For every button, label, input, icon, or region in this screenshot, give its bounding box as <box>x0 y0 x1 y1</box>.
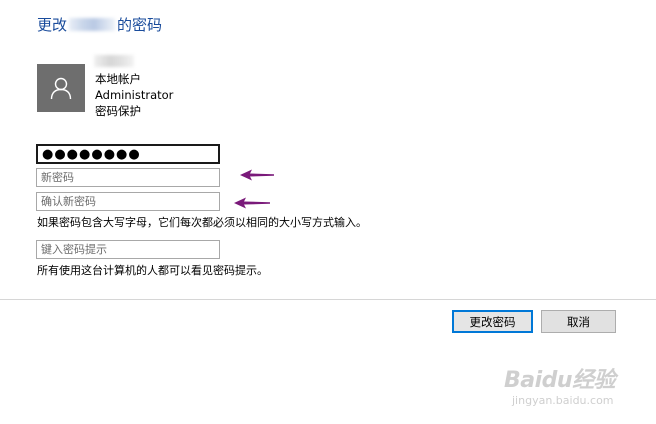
redacted-username <box>69 18 116 31</box>
account-type: 本地帐户 <box>95 72 141 86</box>
cancel-button[interactable]: 取消 <box>541 310 616 333</box>
watermark: Baidu经验 jingyan.baidu.com <box>504 362 644 412</box>
change-password-button[interactable]: 更改密码 <box>452 310 533 333</box>
case-sensitivity-note: 如果密码包含大写字母，它们每次都必须以相同的大小写方式输入。 <box>37 216 367 229</box>
current-password-input[interactable] <box>36 144 220 164</box>
watermark-brand: Baidu经验 <box>504 368 616 393</box>
arrow-left-icon <box>234 197 270 209</box>
title-suffix: 的密码 <box>117 16 163 34</box>
divider <box>0 299 656 300</box>
password-hint-input[interactable] <box>36 240 220 259</box>
arrow-left-icon <box>240 169 274 181</box>
account-info: 本地帐户 Administrator 密码保护 <box>95 71 173 119</box>
title-prefix: 更改 <box>37 16 68 34</box>
redacted-account-name <box>94 55 134 67</box>
new-password-input[interactable] <box>36 168 220 187</box>
user-avatar <box>37 64 85 112</box>
account-protection: 密码保护 <box>95 104 141 118</box>
watermark-url: jingyan.baidu.com <box>512 394 614 407</box>
dialog-title: 更改 的密码 <box>37 14 162 35</box>
user-icon <box>50 77 72 100</box>
hint-visibility-note: 所有使用这台计算机的人都可以看见密码提示。 <box>37 264 268 277</box>
confirm-password-input[interactable] <box>36 192 220 211</box>
account-name: Administrator <box>95 88 174 102</box>
